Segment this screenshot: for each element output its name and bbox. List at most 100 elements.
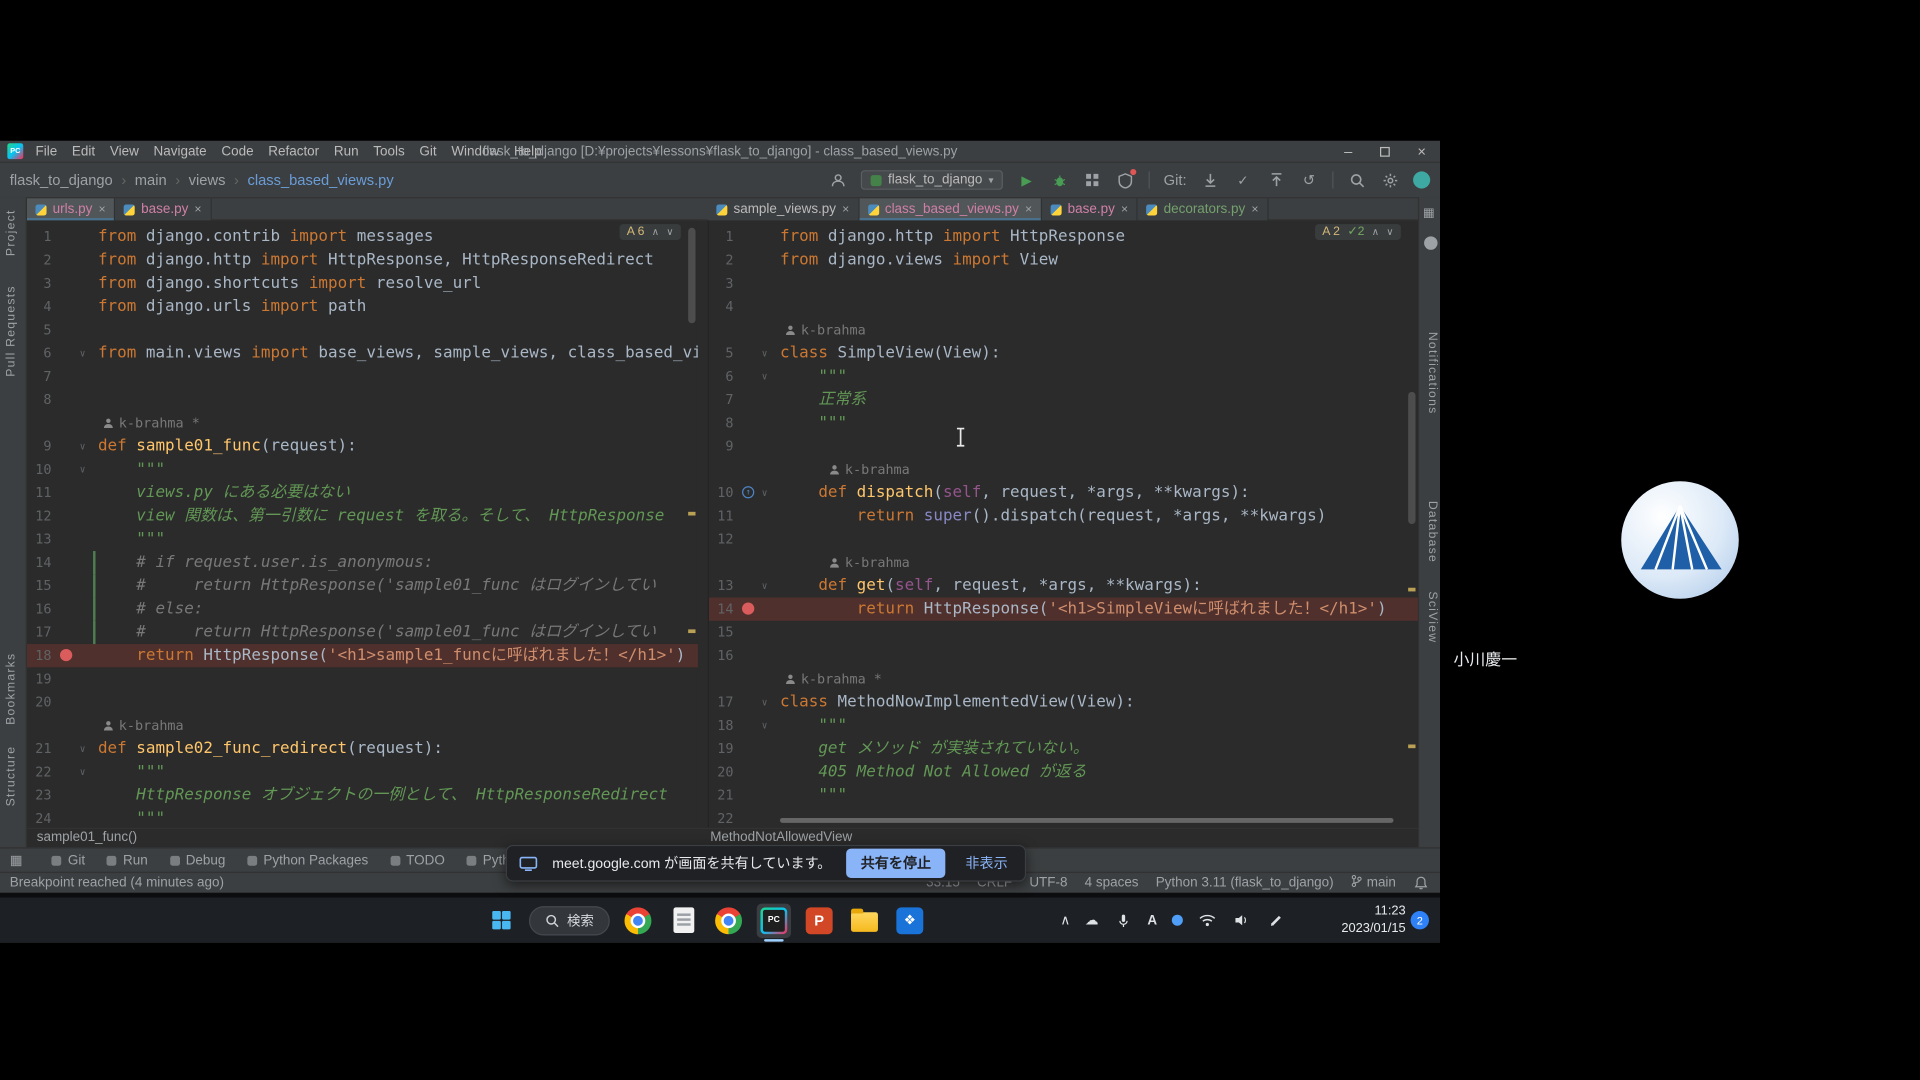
fold-arrow-icon[interactable]: ∨ [762, 365, 768, 388]
git-push-icon[interactable] [1266, 170, 1286, 190]
fold-arrow-icon[interactable]: ∨ [80, 458, 86, 481]
next-problem-icon[interactable]: ∨ [1386, 227, 1393, 238]
toolwindow-project[interactable]: Project [5, 209, 18, 256]
editor-tab-base-py[interactable]: base.py× [1042, 198, 1138, 220]
menu-item-refactor[interactable]: Refactor [261, 144, 327, 159]
editor-gutter[interactable]: 18∨ [709, 714, 780, 737]
code-with-me-avatar[interactable] [1413, 171, 1430, 188]
microphone-icon[interactable] [1113, 910, 1133, 930]
editor-gutter[interactable]: 23 [27, 784, 98, 807]
taskbar-search[interactable]: 検索 [529, 906, 610, 935]
editor-gutter[interactable]: 21 [709, 784, 780, 807]
menu-item-edit[interactable]: Edit [65, 144, 103, 159]
tab-close-icon[interactable]: × [1025, 203, 1032, 216]
editor-gutter[interactable]: 24 [27, 807, 98, 828]
tab-close-icon[interactable]: × [194, 203, 201, 216]
editor-gutter[interactable]: 14 [27, 551, 98, 574]
left-editor-scrollbar[interactable] [688, 228, 695, 324]
run-button[interactable]: ▶ [1017, 170, 1037, 190]
tab-close-icon[interactable]: × [1121, 203, 1128, 216]
editor-gutter[interactable] [27, 411, 98, 434]
menu-item-git[interactable]: Git [412, 144, 444, 159]
menu-item-code[interactable]: Code [214, 144, 261, 159]
taskbar-app-explorer[interactable] [847, 903, 881, 937]
minimize-button[interactable]: – [1330, 141, 1367, 162]
menu-item-file[interactable]: File [28, 144, 64, 159]
editor-gutter[interactable]: 4 [709, 295, 780, 318]
editor-gutter[interactable]: 7 [709, 388, 780, 411]
editor-tab-urls-py[interactable]: urls.py× [27, 198, 115, 220]
start-button[interactable] [484, 903, 518, 937]
toolwindow-button-git[interactable]: Git [52, 853, 85, 868]
breakpoint-icon[interactable] [742, 602, 754, 614]
tab-close-icon[interactable]: × [1251, 203, 1258, 216]
ime-indicator[interactable]: A [1147, 913, 1157, 928]
taskbar-clock[interactable]: 11:23 2023/01/15 [1330, 902, 1406, 937]
tab-close-icon[interactable]: × [98, 203, 105, 216]
editor-gutter[interactable]: 8 [27, 388, 98, 411]
settings-gear-icon[interactable] [1380, 170, 1400, 190]
editor-gutter[interactable]: 15 [709, 621, 780, 644]
editor-gutter[interactable] [709, 551, 780, 574]
editor-gutter[interactable]: 12 [709, 528, 780, 551]
screen-share-indicator-icon[interactable] [1172, 915, 1183, 926]
taskbar-app-notepad[interactable] [666, 903, 700, 937]
status-main[interactable]: main [1351, 874, 1396, 891]
history-icon[interactable]: ↺ [1299, 170, 1319, 190]
editor-gutter[interactable]: 16 [709, 644, 780, 667]
fold-arrow-icon[interactable]: ∨ [80, 760, 86, 783]
editor-gutter[interactable] [709, 667, 780, 690]
right-editor-pane[interactable]: 1from django.http import HttpResponse2fr… [708, 220, 1418, 827]
breadcrumb-item[interactable]: class_based_views.py [247, 171, 393, 188]
onedrive-cloud-icon[interactable]: ☁ [1085, 912, 1098, 928]
editor-gutter[interactable]: 9∨ [27, 435, 98, 458]
user-icon[interactable] [828, 170, 848, 190]
editor-gutter[interactable]: 17∨ [709, 691, 780, 714]
editor-tab-base-py[interactable]: base.py× [115, 198, 211, 220]
hide-button[interactable]: 非表示 [961, 849, 1013, 878]
toolwindow-notifications[interactable]: Notifications [1425, 332, 1438, 415]
editor-gutter[interactable]: 3 [27, 272, 98, 295]
editor-gutter[interactable]: 22 [709, 807, 780, 828]
git-commit-icon[interactable]: ✓ [1233, 170, 1253, 190]
taskbar-app-chrome-2[interactable] [711, 903, 745, 937]
editor-gutter[interactable] [27, 714, 98, 737]
wifi-icon[interactable] [1198, 910, 1218, 930]
editor-tab-class_based_views-py[interactable]: class_based_views.py× [859, 198, 1042, 220]
git-update-icon[interactable] [1200, 170, 1220, 190]
taskbar-app-photos[interactable]: ❖ [893, 903, 927, 937]
toolwindow-database[interactable]: Database [1425, 501, 1438, 563]
run-configuration-select[interactable]: flask_to_django ▾ [861, 170, 1003, 190]
github-copilot-icon[interactable] [1424, 236, 1437, 249]
volume-icon[interactable] [1232, 910, 1252, 930]
fold-arrow-icon[interactable]: ∨ [80, 435, 86, 458]
editor-gutter[interactable]: 11 [27, 481, 98, 504]
menu-item-view[interactable]: View [102, 144, 146, 159]
prev-problem-icon[interactable]: ∧ [652, 227, 659, 238]
fold-arrow-icon[interactable]: ∨ [762, 574, 768, 597]
left-editor-pane[interactable]: 1from django.contrib import messages2fro… [27, 220, 698, 827]
editor-gutter[interactable] [709, 318, 780, 341]
menu-item-tools[interactable]: Tools [366, 144, 412, 159]
search-everywhere-icon[interactable] [1347, 170, 1367, 190]
fold-arrow-icon[interactable]: ∨ [80, 737, 86, 760]
toolwindow-bookmarks[interactable]: Bookmarks [5, 653, 18, 725]
status-4-spaces[interactable]: 4 spaces [1085, 876, 1139, 891]
editor-gutter[interactable]: 10∨ [27, 458, 98, 481]
fold-arrow-icon[interactable]: ∨ [762, 342, 768, 365]
toolwindow-quick-access-icon[interactable]: ▦ [10, 852, 23, 868]
breadcrumb-item[interactable]: views [189, 171, 226, 188]
toolwindow-button-python-packages[interactable]: Python Packages [247, 853, 368, 868]
tab-close-icon[interactable]: × [842, 203, 849, 216]
editor-gutter[interactable]: 20 [27, 691, 98, 714]
editor-gutter[interactable]: 6∨ [27, 342, 98, 365]
right-editor-scrollbar[interactable] [1408, 392, 1415, 524]
editor-gutter[interactable]: 21∨ [27, 737, 98, 760]
coverage-button[interactable] [1083, 170, 1103, 190]
menu-item-help[interactable]: Help [507, 144, 549, 159]
prev-problem-icon[interactable]: ∧ [1372, 227, 1379, 238]
editor-gutter[interactable]: 15 [27, 574, 98, 597]
editor-gutter[interactable]: 5 [27, 318, 98, 341]
right-editor-hscrollbar[interactable] [780, 818, 1393, 823]
right-inspection-widget[interactable]: A 2✓2∧∨ [1315, 224, 1401, 240]
